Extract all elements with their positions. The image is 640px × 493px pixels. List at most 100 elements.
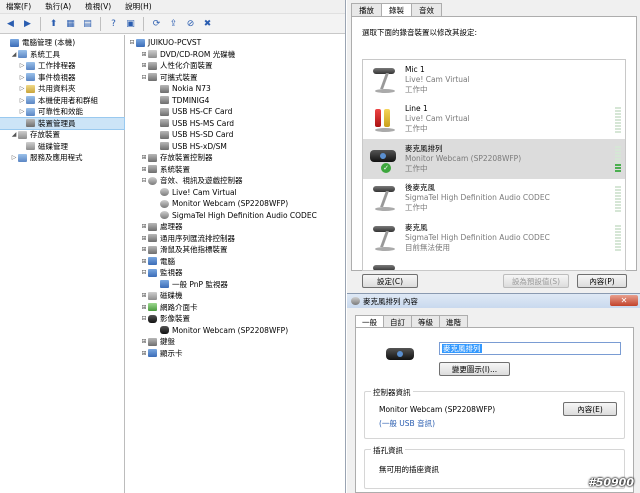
close-button[interactable]: ✕ xyxy=(610,295,638,306)
recording-device-item[interactable]: ✓ 麥克風排列 Monitor Webcam (SP2208WFP) 工作中 xyxy=(363,139,625,179)
expander-icon[interactable]: ▷ xyxy=(10,154,18,161)
tree-item[interactable]: ▷ 共用資料夾 xyxy=(0,83,124,95)
tree-item[interactable]: ⊞ 磁碟機 xyxy=(126,290,345,302)
tree-item[interactable]: ⊞ 電腦 xyxy=(126,256,345,268)
disable-device-icon[interactable]: ⊘ xyxy=(184,17,197,30)
controller-properties-button[interactable]: 內容(E) xyxy=(563,402,617,416)
tab-2[interactable]: 音效 xyxy=(411,3,442,16)
tab-1[interactable]: 錄製 xyxy=(381,3,412,17)
tree-item[interactable]: SigmaTel High Definition Audio CODEC xyxy=(126,210,345,222)
properties-tab-3[interactable]: 進階 xyxy=(439,315,468,327)
recording-device-item[interactable]: 後麥克風 SigmaTel High Definition Audio CODEC… xyxy=(363,179,625,219)
expander-icon[interactable]: ⊞ xyxy=(140,166,148,173)
menu-item[interactable]: 說明(H) xyxy=(125,1,152,12)
tree-item[interactable]: ▷ 服務及應用程式 xyxy=(0,152,124,164)
tree-item[interactable]: 磁碟管理 xyxy=(0,141,124,153)
tab-0[interactable]: 播放 xyxy=(351,3,382,16)
recording-device-item[interactable]: 麥克風 SigmaTel High Definition Audio CODEC 目… xyxy=(363,218,625,258)
tree-item[interactable]: 電腦管理 (本機) xyxy=(0,37,124,49)
expander-icon[interactable]: ⊞ xyxy=(140,338,148,345)
back-icon[interactable]: ◀ xyxy=(4,17,17,30)
expander-icon[interactable]: ▷ xyxy=(18,97,26,104)
tree-item[interactable]: ⊞ 存放裝置控制器 xyxy=(126,152,345,164)
expander-icon[interactable]: ▷ xyxy=(18,74,26,81)
tree-item[interactable]: ⊞ 系統裝置 xyxy=(126,164,345,176)
expander-icon[interactable]: ⊞ xyxy=(140,235,148,242)
properties-tab-2[interactable]: 等級 xyxy=(411,315,440,327)
expander-icon[interactable]: ◢ xyxy=(10,131,18,138)
tree-item[interactable]: ⊞ 通用序列匯流排控制器 xyxy=(126,233,345,245)
tree-item[interactable]: ⊟ JUIKUO-PCVST xyxy=(126,37,345,49)
expander-icon[interactable]: ⊟ xyxy=(140,177,148,184)
device-name-input[interactable]: 麥克風排列 xyxy=(439,342,621,355)
expander-icon[interactable]: ⊟ xyxy=(128,39,136,46)
tree-item[interactable]: ⊞ 顯示卡 xyxy=(126,348,345,360)
forward-icon[interactable]: ▶ xyxy=(21,17,34,30)
help-icon[interactable]: ? xyxy=(107,17,120,30)
tree-item[interactable]: ⊞ 處理器 xyxy=(126,221,345,233)
tree-item-label: TDMINIG4 xyxy=(172,95,210,105)
set-default-button[interactable]: 設為預設值(S) xyxy=(503,274,569,288)
recording-device-item[interactable]: Line 1 Live! Cam Virtual 工作中 xyxy=(363,100,625,140)
menu-item[interactable]: 檢視(V) xyxy=(85,1,111,12)
tree-item[interactable]: Live! Cam Virtual xyxy=(126,187,345,199)
uninstall-device-icon[interactable]: ✖ xyxy=(201,17,214,30)
tree-item[interactable]: Monitor Webcam (SP2208WFP) xyxy=(126,325,345,337)
tree-item[interactable]: ⊞ 滑鼠及其他指標裝置 xyxy=(126,244,345,256)
tree-item[interactable]: ▷ 可靠性和效能 xyxy=(0,106,124,118)
expander-icon[interactable]: ▷ xyxy=(18,85,26,92)
menu-item[interactable]: 檔案(F) xyxy=(6,1,31,12)
tree-item[interactable]: USB HS-MS Card xyxy=(126,118,345,130)
expander-icon[interactable]: ⊞ xyxy=(140,350,148,357)
properties-tab-1[interactable]: 自訂 xyxy=(383,315,412,327)
recording-device-item[interactable]: Mic 1 Live! Cam Virtual 工作中 xyxy=(363,60,625,100)
expander-icon[interactable]: ⊞ xyxy=(140,258,148,265)
tree-item[interactable]: Nokia N73 xyxy=(126,83,345,95)
tree-item[interactable]: TDMINIG4 xyxy=(126,95,345,107)
tree-item[interactable]: 一般 PnP 監視器 xyxy=(126,279,345,291)
tree-item[interactable]: ▷ 工作排程器 xyxy=(0,60,124,72)
tree-item[interactable]: ⊟ 監視器 xyxy=(126,267,345,279)
update-driver-icon[interactable]: ⇪ xyxy=(167,17,180,30)
expander-icon[interactable]: ⊟ xyxy=(140,74,148,81)
configure-button[interactable]: 設定(C) xyxy=(362,274,418,288)
tree-item[interactable]: ⊞ DVD/CD-ROM 光碟機 xyxy=(126,49,345,61)
tree-item[interactable]: Monitor Webcam (SP2208WFP) xyxy=(126,198,345,210)
expander-icon[interactable]: ▷ xyxy=(18,62,26,69)
expander-icon[interactable]: ⊞ xyxy=(140,223,148,230)
tree-item[interactable]: USB HS-xD/SM xyxy=(126,141,345,153)
recording-device-item[interactable]: 線路輸入 xyxy=(363,258,625,270)
tree-item[interactable]: ◢ 系統工具 xyxy=(0,49,124,61)
tree-item[interactable]: USB HS-CF Card xyxy=(126,106,345,118)
up-folder-icon[interactable]: ⬆ xyxy=(47,17,60,30)
recording-device-list[interactable]: Mic 1 Live! Cam Virtual 工作中 Line 1 Live! Cam… xyxy=(362,59,626,271)
expander-icon[interactable]: ⊟ xyxy=(140,315,148,322)
scan-hardware-icon[interactable]: ⟳ xyxy=(150,17,163,30)
expander-icon[interactable]: ⊞ xyxy=(140,304,148,311)
tree-item[interactable]: ▷ 事件檢視器 xyxy=(0,72,124,84)
tree-item[interactable]: ⊞ 網路介面卡 xyxy=(126,302,345,314)
expander-icon[interactable]: ▷ xyxy=(18,108,26,115)
expander-icon[interactable]: ⊟ xyxy=(140,269,148,276)
expander-icon[interactable]: ⊞ xyxy=(140,292,148,299)
tree-item[interactable]: ⊟ 影像裝置 xyxy=(126,313,345,325)
properties-button[interactable]: 內容(P) xyxy=(577,274,627,288)
show-tree-icon[interactable]: ▦ xyxy=(64,17,77,30)
tree-item[interactable]: USB HS-SD Card xyxy=(126,129,345,141)
tree-item[interactable]: ⊞ 人性化介面裝置 xyxy=(126,60,345,72)
properties-icon[interactable]: ▣ xyxy=(124,17,137,30)
expander-icon[interactable]: ⊞ xyxy=(140,51,148,58)
tree-item[interactable]: ⊞ 鍵盤 xyxy=(126,336,345,348)
menu-item[interactable]: 執行(A) xyxy=(45,1,71,12)
expander-icon[interactable]: ◢ xyxy=(10,51,18,58)
expander-icon[interactable]: ⊞ xyxy=(140,246,148,253)
tree-item[interactable]: ◢ 存放裝置 xyxy=(0,129,124,141)
change-icon-button[interactable]: 變更圖示(I)... xyxy=(439,362,510,376)
tree-item[interactable]: ⊟ 可攜式裝置 xyxy=(126,72,345,84)
tree-item[interactable]: ⊟ 音效、視訊及遊戲控制器 xyxy=(126,175,345,187)
expander-icon[interactable]: ⊞ xyxy=(140,62,148,69)
expander-icon[interactable]: ⊞ xyxy=(140,154,148,161)
export-icon[interactable]: ▤ xyxy=(81,17,94,30)
tree-item[interactable]: 裝置管理員 xyxy=(0,116,125,130)
tree-item[interactable]: ▷ 本機使用者和群組 xyxy=(0,95,124,107)
